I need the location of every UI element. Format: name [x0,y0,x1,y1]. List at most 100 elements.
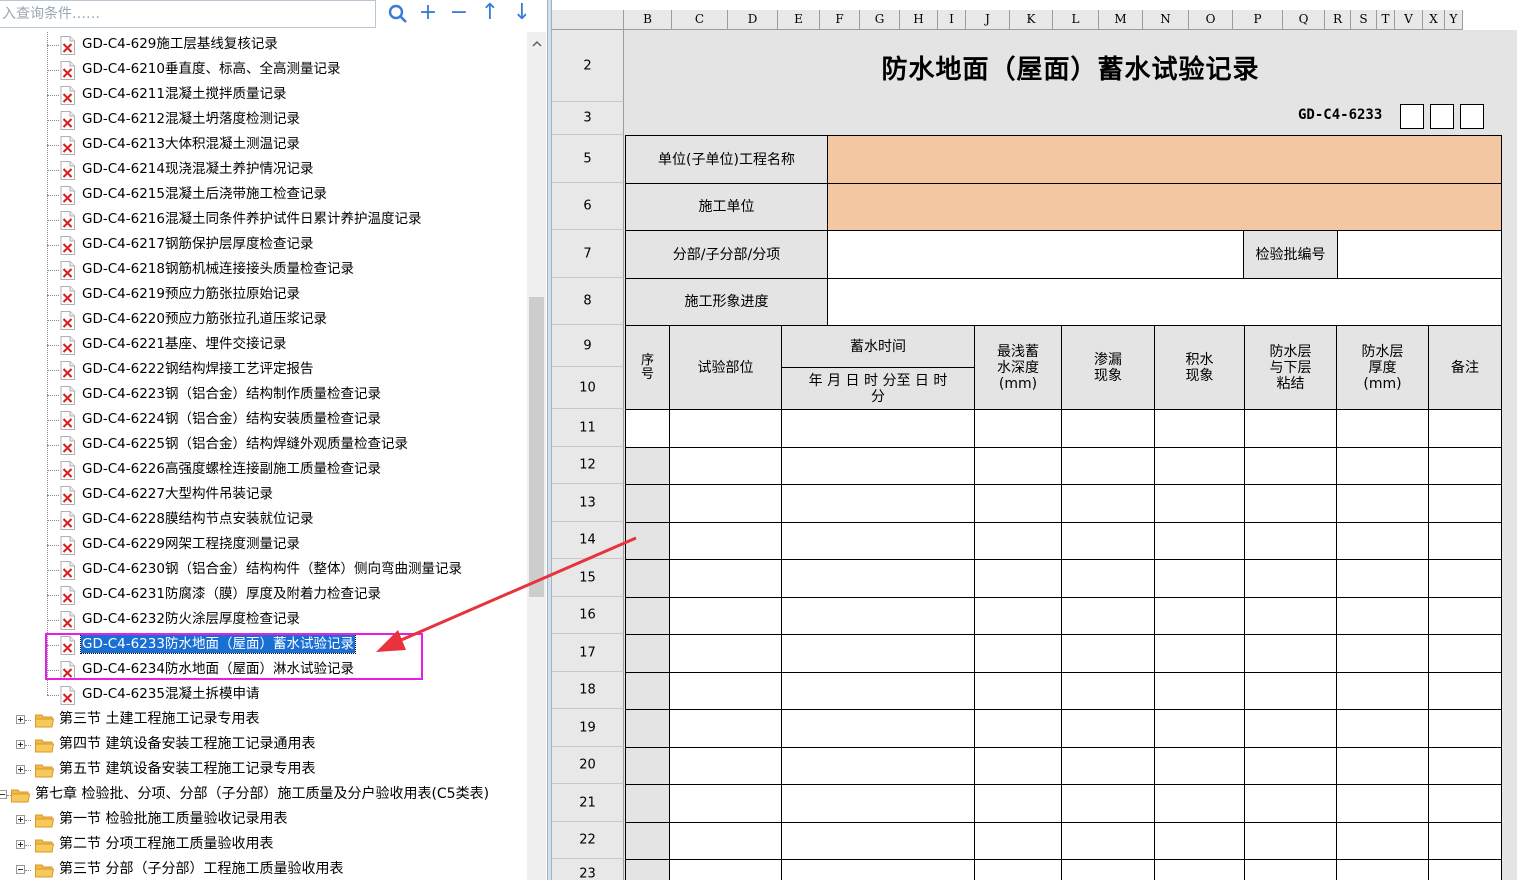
tree-item[interactable]: GD-C4-6224钢（铝合金）结构安装质量检查记录 [0,407,528,432]
column-header[interactable]: K [1010,10,1053,30]
data-cell[interactable] [1244,409,1337,448]
data-cell[interactable] [974,597,1062,635]
row-header[interactable]: 18 [552,672,624,709]
data-cell[interactable] [1336,822,1429,860]
row-header[interactable]: 5 [552,135,624,183]
data-cell[interactable] [974,447,1062,485]
code-box[interactable] [1430,104,1454,129]
data-cell[interactable] [1154,559,1245,598]
data-cell[interactable] [1244,822,1337,860]
data-cell[interactable] [1154,784,1245,823]
seq-cell[interactable] [625,747,670,785]
tree-item[interactable]: GD-C4-6216混凝土同条件养护试件日累计养护温度记录 [0,207,528,232]
seq-cell[interactable] [625,522,670,560]
data-cell[interactable] [974,559,1062,598]
tree-section[interactable]: 第一节 检验批施工质量验收记录用表 [0,807,528,832]
data-cell[interactable] [669,859,782,880]
column-header[interactable]: P [1233,10,1283,30]
data-cell[interactable] [1061,859,1155,880]
collapse-icon[interactable] [16,865,25,874]
data-cell[interactable] [974,709,1062,748]
data-cell[interactable] [669,559,782,598]
column-header[interactable]: L [1053,10,1099,30]
column-header[interactable]: T [1377,10,1395,30]
row-header[interactable]: 19 [552,709,624,747]
tree-item[interactable]: GD-C4-6235混凝土拆模申请 [0,682,528,707]
data-cell[interactable] [1336,484,1429,523]
code-box[interactable] [1400,104,1424,129]
data-cell[interactable] [1154,409,1245,448]
data-cell[interactable] [1336,522,1429,560]
data-cell[interactable] [974,822,1062,860]
column-header[interactable]: F [820,10,860,30]
column-header[interactable]: G [860,10,900,30]
row-header[interactable]: 6 [552,183,624,230]
code-box[interactable] [1460,104,1484,129]
tree-item[interactable]: GD-C4-6221基座、埋件交接记录 [0,332,528,357]
tree-item[interactable]: GD-C4-6231防腐漆（膜）厚度及附着力检查记录 [0,582,528,607]
data-cell[interactable] [1428,822,1502,860]
tree-item[interactable]: GD-C4-6222钢结构焊接工艺评定报告 [0,357,528,382]
data-cell[interactable] [1428,747,1502,785]
row-header[interactable]: 9 [552,325,624,367]
data-cell[interactable] [1154,672,1245,710]
data-cell[interactable] [1061,672,1155,710]
data-cell[interactable] [1428,859,1502,880]
data-cell[interactable] [1061,822,1155,860]
tree-item[interactable]: GD-C4-6230钢（铝合金）结构构件（整体）侧向弯曲测量记录 [0,557,528,582]
row-header[interactable]: 16 [552,597,624,634]
column-header[interactable]: O [1189,10,1233,30]
data-cell[interactable] [1244,672,1337,710]
seq-cell[interactable] [625,822,670,860]
seq-cell[interactable] [625,784,670,823]
row-header[interactable]: 14 [552,522,624,559]
data-cell[interactable] [1428,672,1502,710]
data-cell[interactable] [1244,559,1337,598]
data-cell[interactable] [1244,709,1337,748]
column-header[interactable]: V [1395,10,1423,30]
data-cell[interactable] [974,672,1062,710]
data-cell[interactable] [669,484,782,523]
data-cell[interactable] [1061,559,1155,598]
seq-cell[interactable] [625,559,670,598]
column-header[interactable]: Y [1445,10,1463,30]
data-cell[interactable] [1154,709,1245,748]
data-cell[interactable] [1428,709,1502,748]
row-header[interactable]: 22 [552,822,624,859]
data-cell[interactable] [1061,409,1155,448]
tree-item[interactable]: GD-C4-6212混凝土坍落度检测记录 [0,107,528,132]
data-cell[interactable] [1336,709,1429,748]
division-field[interactable] [827,230,1244,279]
row-header[interactable]: 23 [552,859,624,880]
data-cell[interactable] [1428,447,1502,485]
data-cell[interactable] [974,409,1062,448]
tree-chapter[interactable]: 第七章 检验批、分项、分部（子分部）施工质量及分户验收用表(C5类表) [0,782,528,807]
data-cell[interactable] [781,709,975,748]
data-cell[interactable] [781,597,975,635]
data-cell[interactable] [1061,522,1155,560]
data-cell[interactable] [781,409,975,448]
expand-icon[interactable] [16,740,25,749]
data-cell[interactable] [1336,747,1429,785]
column-header[interactable]: R [1325,10,1351,30]
data-cell[interactable] [1061,484,1155,523]
column-header[interactable]: N [1143,10,1189,30]
search-button[interactable] [384,0,412,28]
row-header[interactable]: 10 [552,367,624,409]
tree-scrollbar[interactable] [527,32,546,880]
tree-item[interactable]: GD-C4-6210垂直度、标高、全高测量记录 [0,57,528,82]
row-header[interactable]: 3 [552,102,624,135]
data-cell[interactable] [1061,784,1155,823]
scroll-up-icon[interactable] [527,36,546,52]
data-cell[interactable] [1336,409,1429,448]
row-header[interactable]: 20 [552,747,624,784]
batch-no-field[interactable] [1336,230,1503,279]
data-cell[interactable] [1061,447,1155,485]
data-cell[interactable] [669,822,782,860]
tree-section[interactable]: 第五节 建筑设备安装工程施工记录专用表 [0,757,528,782]
data-cell[interactable] [1154,747,1245,785]
data-cell[interactable] [781,447,975,485]
expand-icon[interactable] [16,715,25,724]
tree-item[interactable]: GD-C4-6232防火涂层厚度检查记录 [0,607,528,632]
tree-item[interactable]: GD-C4-6223钢（铝合金）结构制作质量检查记录 [0,382,528,407]
